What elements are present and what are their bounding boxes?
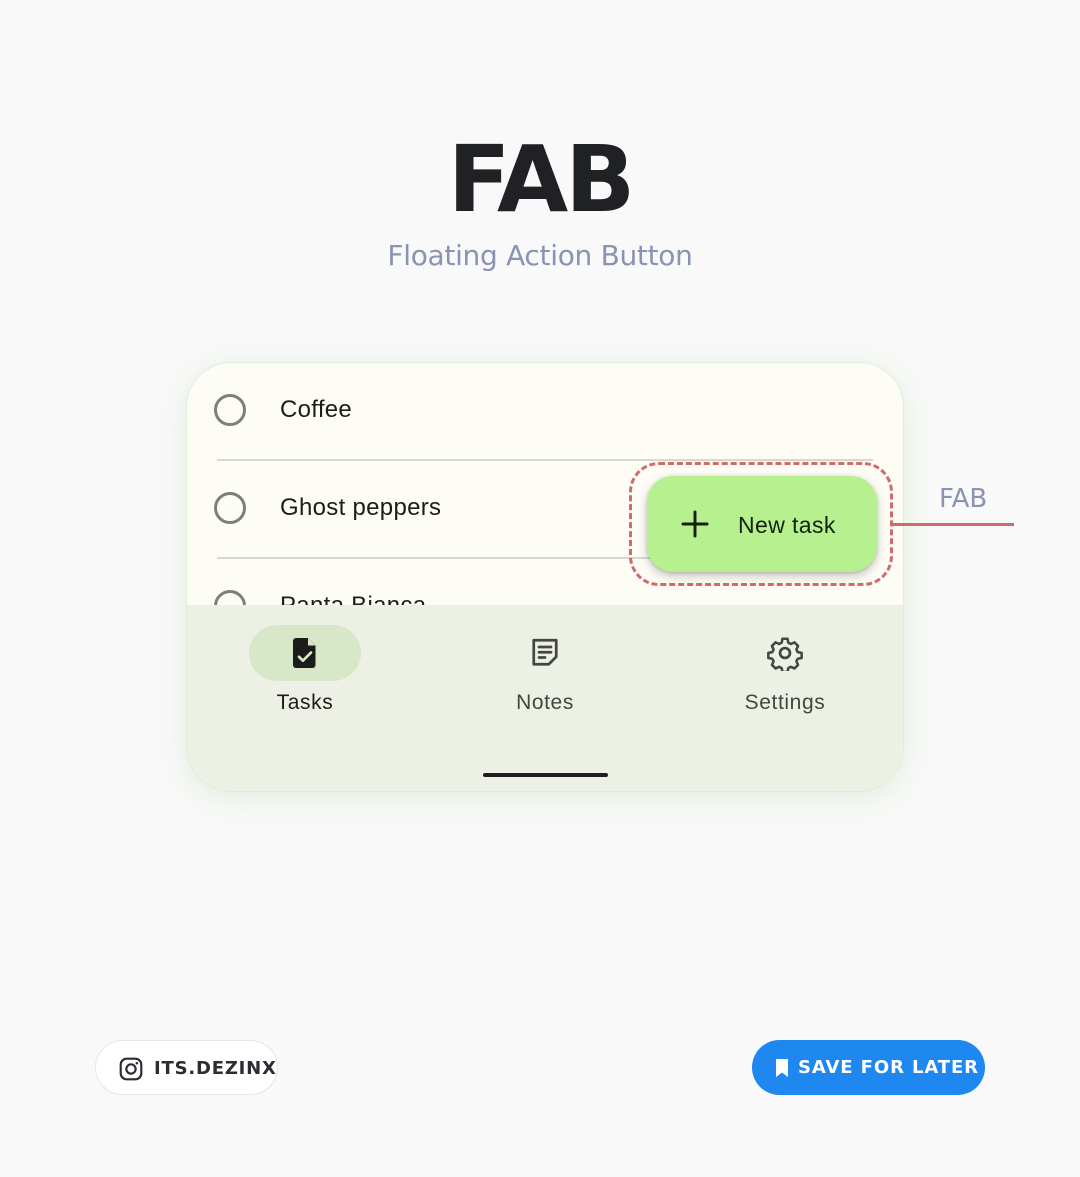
- nav-item-tasks[interactable]: Tasks: [215, 625, 395, 725]
- home-indicator: [483, 773, 608, 777]
- instagram-handle-badge[interactable]: ITS.DEZINX: [95, 1040, 278, 1095]
- nav-label-settings: Settings: [744, 691, 826, 714]
- nav-item-settings[interactable]: Settings: [695, 625, 875, 725]
- page-subtitle: Floating Action Button: [387, 239, 693, 272]
- new-task-fab[interactable]: New task: [647, 476, 877, 572]
- save-for-later-label: SAVE FOR LATER: [798, 1057, 979, 1078]
- task-checkbox[interactable]: [214, 394, 246, 426]
- callout-label: FAB: [939, 484, 988, 514]
- task-row[interactable]: Coffee: [187, 363, 903, 461]
- save-for-later-button[interactable]: SAVE FOR LATER: [752, 1040, 985, 1095]
- callout-line: [893, 523, 1014, 526]
- instagram-handle: ITS.DEZINX: [154, 1058, 277, 1079]
- gear-icon: [767, 637, 803, 671]
- nav-item-notes[interactable]: Notes: [455, 625, 635, 725]
- page-title: FAB: [447, 126, 636, 233]
- plus-icon: [681, 510, 709, 538]
- nav-label-tasks: Tasks: [276, 691, 334, 714]
- task-checkbox[interactable]: [214, 492, 246, 524]
- task-document-check-icon: [293, 638, 316, 668]
- nav-label-notes: Notes: [516, 691, 574, 714]
- instagram-icon: [119, 1057, 143, 1081]
- fab-label: New task: [738, 512, 836, 538]
- task-label: Ghost peppers: [280, 494, 442, 521]
- notes-icon: [532, 638, 558, 666]
- task-label: Coffee: [280, 396, 353, 423]
- bookmark-icon: [776, 1059, 788, 1077]
- bottom-navigation: Tasks Notes Settings: [187, 605, 903, 791]
